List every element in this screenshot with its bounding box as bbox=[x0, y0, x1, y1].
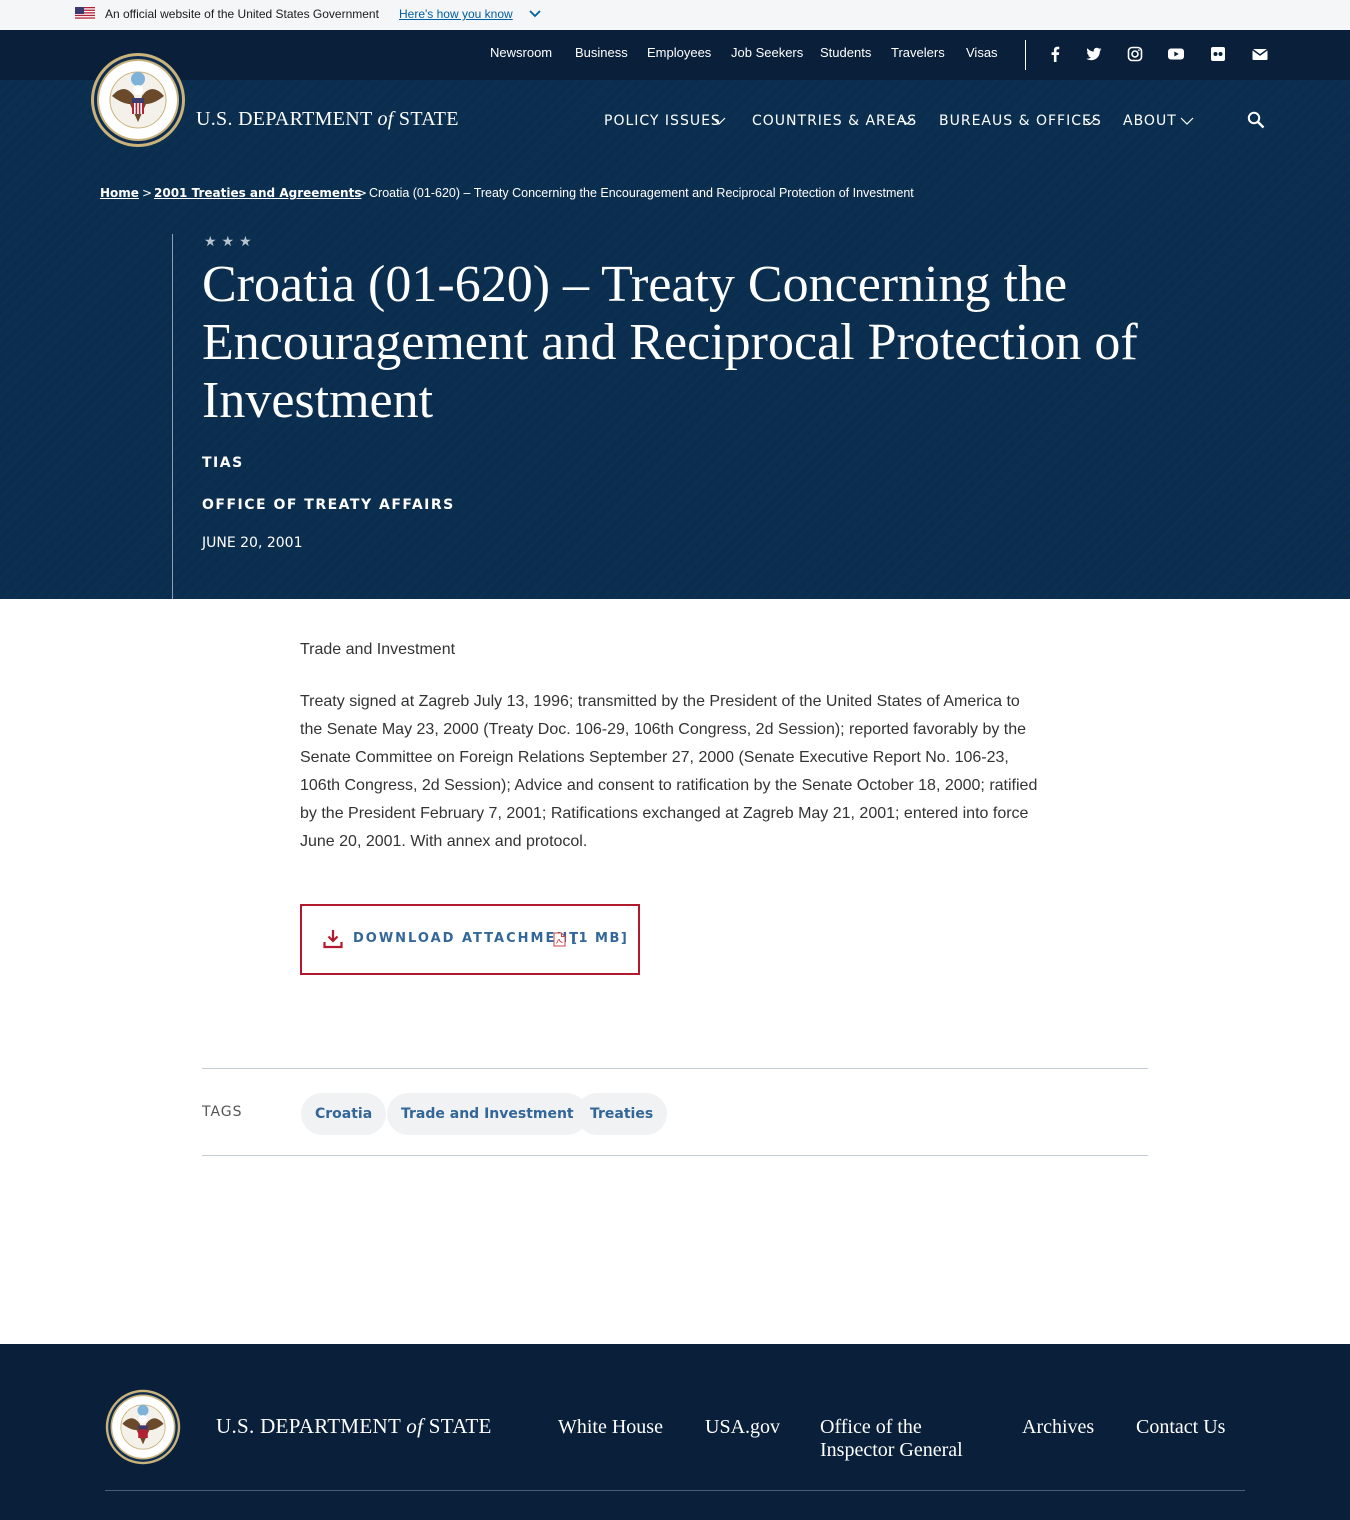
footer-brand-of: of bbox=[406, 1414, 424, 1438]
file-size: [1 MB] bbox=[571, 931, 629, 946]
utility-link-business[interactable]: Business bbox=[575, 45, 628, 60]
header-vertical-rule bbox=[172, 234, 173, 599]
twitter-icon[interactable] bbox=[1085, 45, 1103, 63]
category-text: Trade and Investment bbox=[300, 641, 456, 658]
nav-policy-issues[interactable]: POLICY ISSUES bbox=[604, 113, 721, 129]
gov-banner-text: An official website of the United States… bbox=[105, 7, 379, 21]
utility-link-newsroom[interactable]: Newsroom bbox=[490, 45, 552, 60]
chevron-down-icon[interactable] bbox=[528, 9, 542, 19]
email-icon[interactable] bbox=[1251, 45, 1269, 63]
breadcrumb-separator: > bbox=[142, 186, 153, 200]
tags-divider-bottom bbox=[202, 1155, 1148, 1156]
footer-link-usa-gov[interactable]: USA.gov bbox=[705, 1416, 780, 1439]
how-you-know-link[interactable]: Here's how you know bbox=[399, 7, 513, 21]
brand-of: of bbox=[377, 108, 394, 130]
footer-link-white-house[interactable]: White House bbox=[558, 1416, 663, 1439]
flickr-icon[interactable] bbox=[1209, 45, 1227, 63]
footer-brand-text-state: STATE bbox=[428, 1414, 492, 1438]
footer-link-contact-us[interactable]: Contact Us bbox=[1136, 1416, 1225, 1439]
breadcrumb-separator: > bbox=[357, 186, 368, 200]
utility-link-visas[interactable]: Visas bbox=[966, 45, 998, 60]
footer-divider bbox=[105, 1490, 1245, 1491]
us-flag-icon bbox=[75, 7, 95, 20]
chevron-down-icon[interactable] bbox=[1083, 116, 1097, 126]
tags-label: TAGS bbox=[202, 1104, 243, 1120]
breadcrumb-home[interactable]: Home bbox=[100, 186, 139, 200]
stars-ornament: ★★★ bbox=[204, 234, 257, 250]
tag-trade-and-investment[interactable]: Trade and Investment bbox=[387, 1093, 588, 1135]
brand-text-state: STATE bbox=[398, 108, 459, 130]
utility-bar: Newsroom Business Employees Job Seekers … bbox=[0, 30, 1350, 80]
tag-treaties[interactable]: Treaties bbox=[576, 1093, 668, 1135]
footer-brand-wordmark[interactable]: U.S. DEPARTMENT of STATE bbox=[216, 1414, 492, 1439]
utility-link-students[interactable]: Students bbox=[820, 45, 871, 60]
download-label: DOWNLOAD ATTACHMENT bbox=[353, 931, 581, 946]
content-type-label: TIAS bbox=[202, 455, 244, 471]
tags-divider-top bbox=[202, 1068, 1148, 1069]
footer-link-inspector-general[interactable]: Office of the Inspector General bbox=[820, 1416, 980, 1462]
instagram-icon[interactable] bbox=[1126, 45, 1144, 63]
page-title: Croatia (01-620) – Treaty Concerning the… bbox=[202, 256, 1138, 429]
chevron-down-icon[interactable] bbox=[1180, 116, 1194, 126]
chevron-down-icon[interactable] bbox=[900, 116, 914, 126]
office-label[interactable]: OFFICE OF TREATY AFFAIRS bbox=[202, 497, 455, 513]
utility-link-employees[interactable]: Employees bbox=[647, 45, 711, 60]
brand-text: U.S. DEPARTMENT bbox=[196, 108, 373, 130]
nav-bureaus-offices[interactable]: BUREAUS & OFFICES bbox=[939, 113, 1102, 129]
utility-link-job-seekers[interactable]: Job Seekers bbox=[731, 45, 803, 60]
tag-croatia[interactable]: Croatia bbox=[301, 1093, 387, 1135]
pdf-file-icon bbox=[553, 932, 566, 947]
utility-link-travelers[interactable]: Travelers bbox=[891, 45, 945, 60]
brand-wordmark[interactable]: U.S. DEPARTMENT of STATE bbox=[196, 108, 459, 131]
breadcrumb-parent[interactable]: 2001 Treaties and Agreements bbox=[154, 186, 361, 200]
nav-countries-areas[interactable]: COUNTRIES & AREAS bbox=[752, 113, 917, 129]
utility-divider bbox=[1025, 40, 1026, 70]
publish-date: JUNE 20, 2001 bbox=[202, 535, 303, 551]
treaty-description: Treaty signed at Zagreb July 13, 1996; t… bbox=[300, 693, 1038, 850]
chevron-down-icon[interactable] bbox=[712, 116, 726, 126]
nav-about[interactable]: ABOUT bbox=[1123, 113, 1177, 129]
youtube-icon[interactable] bbox=[1167, 45, 1185, 63]
footer-brand-text: U.S. DEPARTMENT bbox=[216, 1414, 401, 1438]
facebook-icon[interactable] bbox=[1046, 45, 1064, 63]
department-seal[interactable] bbox=[90, 52, 186, 148]
download-icon bbox=[323, 930, 343, 949]
breadcrumb-current: Croatia (01-620) – Treaty Concerning the… bbox=[369, 186, 914, 200]
footer-link-archives[interactable]: Archives bbox=[1022, 1416, 1094, 1439]
search-icon[interactable] bbox=[1246, 110, 1266, 130]
footer-department-seal[interactable] bbox=[105, 1389, 181, 1465]
download-attachment-button[interactable]: DOWNLOAD ATTACHMENT [1 MB] bbox=[300, 904, 640, 975]
gov-banner: An official website of the United States… bbox=[0, 0, 1350, 30]
